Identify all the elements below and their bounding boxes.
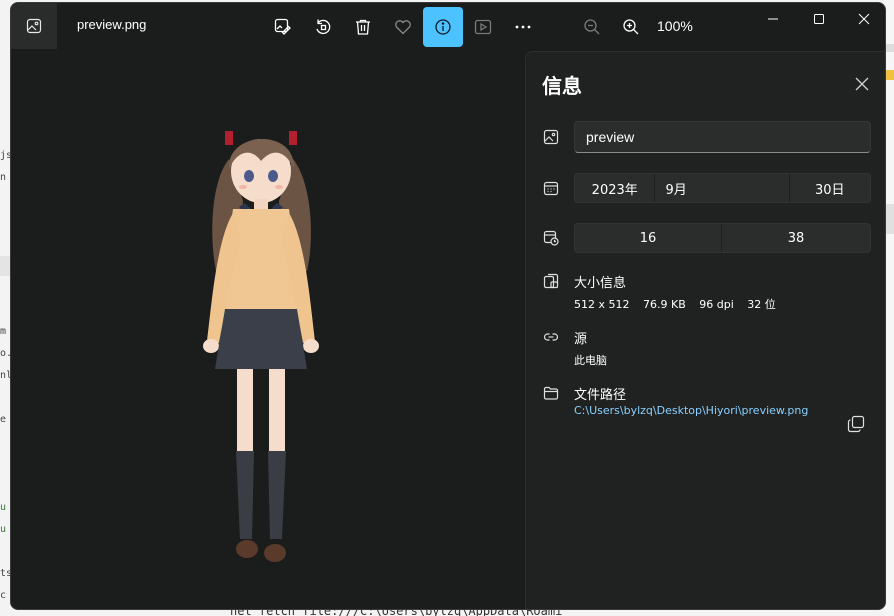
zoom-out-icon [584,19,600,35]
date-year[interactable]: 2023年 [575,174,656,202]
title-bar: preview.png 100% [11,3,885,51]
edit-image-button[interactable] [263,7,303,47]
info-panel: 信息 2023年 9月 30日 16 [525,51,885,609]
favorite-button[interactable] [383,7,423,47]
date-picker[interactable]: 2023年 9月 30日 [574,173,871,203]
zoom-level[interactable]: 100% [657,18,693,34]
copy-icon [847,415,865,433]
image-canvas[interactable] [11,51,525,609]
zoom-out-button[interactable] [572,7,612,47]
slideshow-icon [474,19,492,35]
rotate-icon [316,19,331,35]
trash-icon [356,19,370,35]
edit-image-icon [274,18,291,35]
bit-depth: 32 位 [747,298,776,311]
minimize-button[interactable] [750,3,796,35]
maximize-icon [814,14,824,24]
minimize-icon [768,18,778,20]
link-icon [542,328,560,346]
source-label: 源 [574,332,588,347]
info-icon [435,19,451,35]
character-image [203,131,319,562]
file-name-field[interactable] [574,121,871,153]
gallery-button[interactable] [11,3,57,49]
file-path-link[interactable]: C:\Users\bylzq\Desktop\Hiyori\preview.pn… [574,404,808,417]
clock-calendar-icon [542,229,560,247]
date-day[interactable]: 30日 [790,174,870,202]
image-size-icon [542,272,560,290]
photos-viewer-window: preview.png 100% 信息 preview 2023年 9月 30日… [10,2,886,610]
copy-path-button[interactable] [844,412,868,436]
source-value: 此电脑 [574,354,607,367]
file-path-label: 文件路径 [574,388,627,403]
size-info-label: 大小信息 [574,276,627,291]
zoom-in-button[interactable] [611,7,651,47]
maximize-button[interactable] [796,3,842,35]
delete-button[interactable] [343,7,383,47]
time-minute[interactable]: 38 [722,224,870,252]
slideshow-button[interactable] [463,7,503,47]
image-dimensions: 512 x 512 [574,298,630,311]
photos-app-icon [26,18,42,34]
calendar-icon [542,179,560,197]
folder-icon [542,384,560,402]
close-icon [855,77,869,91]
close-icon [858,13,870,25]
close-window-button[interactable] [841,3,885,35]
more-options-button[interactable] [503,7,543,47]
more-icon [515,25,531,29]
close-panel-button[interactable] [852,74,872,94]
zoom-in-icon [623,19,639,35]
file-size: 76.9 KB [643,298,686,311]
date-month[interactable]: 9月 [655,174,790,202]
file-name-title: preview.png [77,17,147,32]
background-app-left-edge: js n m o. nl e u u ts c [0,0,10,616]
image-dpi: 96 dpi [699,298,734,311]
rotate-button[interactable] [303,7,343,47]
time-hour[interactable]: 16 [575,224,722,252]
size-info-values: 512 x 512 76.9 KB 96 dpi 32 位 [574,296,786,312]
panel-title: 信息 [542,74,582,98]
heart-icon [395,20,411,35]
file-info-button[interactable] [423,7,463,47]
time-picker[interactable]: 16 38 [574,223,871,253]
image-file-icon [542,128,560,146]
